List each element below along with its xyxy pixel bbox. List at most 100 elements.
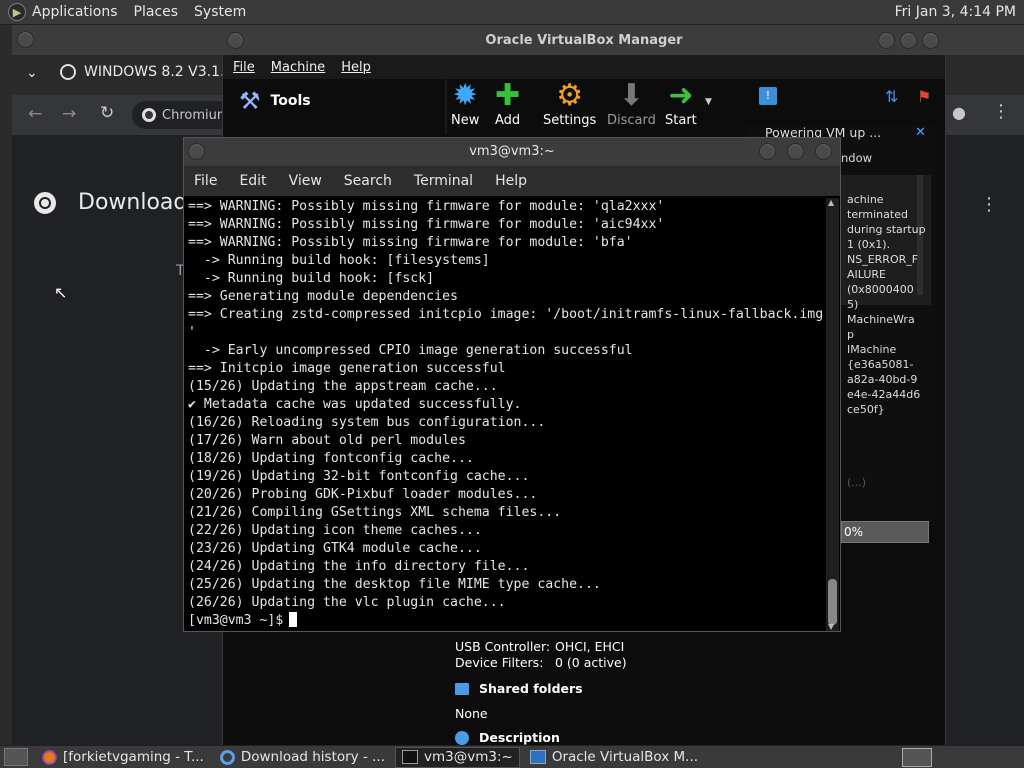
shell-prompt: [vm3@vm3 ~]$: [188, 613, 284, 628]
page-more-icon[interactable]: ⋮: [980, 194, 998, 215]
notification-window-label: ndow: [841, 151, 873, 165]
notification-line: a82a-40bd-9: [847, 373, 918, 386]
add-button[interactable]: ✚ Add: [495, 78, 521, 129]
details-usb: USB Controller: OHCI, EHCI Device Filters…: [455, 639, 627, 671]
omnibox[interactable]: Chromium: [132, 101, 232, 129]
menu-terminal[interactable]: Terminal: [414, 173, 473, 189]
menu-help[interactable]: Help: [341, 60, 371, 75]
reload-icon[interactable]: ↻: [100, 103, 114, 123]
notification-line: terminated: [847, 208, 908, 221]
applications-menu[interactable]: ▶ Applications: [0, 0, 126, 24]
terminal-line: -> Early uncompressed CPIO image generat…: [188, 343, 633, 358]
terminal-line: (19/26) Updating 32-bit fontconfig cache…: [188, 469, 530, 484]
discard-button[interactable]: ⬇ Discard: [607, 78, 656, 129]
terminal-line: ==> Generating module dependencies: [188, 289, 458, 304]
terminal-line: (23/26) Updating GTK4 module cache...: [188, 541, 482, 556]
menu-file[interactable]: File: [194, 173, 217, 189]
window-title: Oracle VirtualBox Manager: [485, 33, 683, 48]
active-tab[interactable]: WINDOWS 8.2 V3.1.iso: [60, 64, 244, 80]
description-section[interactable]: Description: [455, 730, 560, 745]
top-panel: ▶ Applications Places System Fri Jan 3, …: [0, 0, 1024, 25]
terminal-line: (26/26) Updating the vlc plugin cache...: [188, 595, 506, 610]
terminal-line: (15/26) Updating the appstream cache...: [188, 379, 498, 394]
menu-search[interactable]: Search: [344, 173, 392, 189]
shared-folders-section[interactable]: Shared folders: [455, 681, 583, 696]
progress-text: 0%: [844, 525, 864, 539]
window-title: vm3@vm3:~: [469, 144, 555, 159]
window-menu-button[interactable]: [188, 143, 205, 160]
notification-line: achine: [847, 193, 884, 206]
minimize-button[interactable]: [759, 143, 776, 160]
notification-message: achine terminated during startup 1 (0x1). NS…: [847, 192, 937, 417]
menu-machine[interactable]: Machine: [271, 60, 325, 75]
start-label: Start: [665, 113, 697, 128]
terminal-line: -> Running build hook: [fsck]: [188, 271, 435, 286]
terminal-icon: [401, 750, 418, 764]
menu-help[interactable]: Help: [495, 173, 527, 189]
start-button[interactable]: ➜ Start: [665, 78, 697, 129]
maximize-button[interactable]: [787, 143, 804, 160]
terminal-line: ==> WARNING: Possibly missing firmware f…: [188, 199, 665, 214]
notification-line: during startup: [847, 223, 926, 236]
device-filters-label: Device Filters:: [455, 655, 544, 670]
notification-line: AILURE: [847, 268, 886, 281]
taskbar: [forkietvgaming - T... Download history …: [0, 745, 1024, 768]
menu-view[interactable]: View: [289, 173, 322, 189]
terminal-line: (24/26) Updating the info directory file…: [188, 559, 530, 574]
tools-item[interactable]: ⚒ Tools: [239, 87, 311, 115]
taskbar-item-chromium[interactable]: Download history - ...: [214, 747, 391, 768]
show-desktop-icon[interactable]: [4, 748, 28, 766]
close-button[interactable]: [815, 143, 832, 160]
scroll-down-icon[interactable]: ▼: [828, 622, 834, 631]
minimize-button[interactable]: [878, 32, 895, 49]
new-button[interactable]: ✹ New: [451, 79, 479, 129]
menu-places[interactable]: Places: [126, 0, 187, 24]
window-menu-button[interactable]: [227, 32, 244, 49]
taskbar-label: [forkietvgaming - T...: [63, 749, 204, 765]
taskbar-item-firefox[interactable]: [forkietvgaming - T...: [36, 747, 210, 768]
scroll-up-icon[interactable]: ▲: [828, 198, 834, 207]
window-menu-button[interactable]: [17, 31, 34, 48]
virtualbox-menubar: File Machine Help: [223, 55, 945, 79]
back-icon[interactable]: ←: [28, 104, 42, 124]
network-icon[interactable]: ⚑: [917, 87, 931, 106]
profile-icon[interactable]: ●: [952, 103, 966, 122]
maximize-button[interactable]: [900, 32, 917, 49]
terminal-output[interactable]: ==> WARNING: Possibly missing firmware f…: [186, 198, 824, 631]
notification-icon[interactable]: !: [759, 87, 777, 105]
discard-icon: ⬇: [618, 78, 645, 113]
terminal-line: ✔ Metadata cache was updated successfull…: [188, 397, 522, 412]
menu-applications[interactable]: Applications: [32, 4, 118, 20]
start-icon: ➜: [668, 78, 694, 113]
notification-line: 1 (0x1).: [847, 238, 891, 251]
clock[interactable]: Fri Jan 3, 4:14 PM: [895, 4, 1024, 20]
menu-file[interactable]: File: [233, 60, 255, 75]
settings-button[interactable]: ⚙ Settings: [543, 79, 596, 129]
virtualbox-titlebar[interactable]: Oracle VirtualBox Manager: [223, 27, 945, 55]
scrollbar-thumb[interactable]: [828, 579, 837, 625]
notification-line: {e36a5081-: [847, 358, 914, 371]
close-button[interactable]: [922, 32, 939, 49]
notification-progress: 0%: [841, 521, 929, 543]
terminal-line: ==> WARNING: Possibly missing firmware f…: [188, 235, 633, 250]
terminal-line: (25/26) Updating the desktop file MIME t…: [188, 577, 601, 592]
more-menu-icon[interactable]: ⋮: [992, 101, 1010, 122]
sort-icon[interactable]: ⇅: [885, 87, 898, 106]
chromium-logo-icon: [34, 191, 56, 214]
workspace-switcher[interactable]: [902, 747, 932, 767]
forward-icon[interactable]: →: [62, 104, 76, 124]
terminal-scrollbar[interactable]: ▲ ▼: [826, 198, 839, 631]
add-icon: ✚: [495, 78, 521, 113]
start-dropdown-icon[interactable]: ▼: [705, 97, 712, 107]
notification-close-icon[interactable]: ✕: [915, 125, 926, 140]
tab-list-chevron-icon[interactable]: ⌄: [26, 65, 38, 81]
menu-edit[interactable]: Edit: [239, 173, 266, 189]
menu-system[interactable]: System: [186, 0, 254, 24]
terminal-prompt-line[interactable]: [vm3@vm3 ~]$: [188, 612, 824, 630]
terminal-titlebar[interactable]: vm3@vm3:~: [184, 138, 840, 166]
taskbar-label: Oracle VirtualBox M...: [551, 749, 699, 765]
taskbar-item-terminal[interactable]: vm3@vm3:~: [394, 746, 520, 768]
notification-line: 5): [847, 298, 859, 311]
notification-line: IMachine: [847, 343, 897, 356]
taskbar-item-virtualbox[interactable]: Oracle VirtualBox M...: [524, 747, 704, 768]
